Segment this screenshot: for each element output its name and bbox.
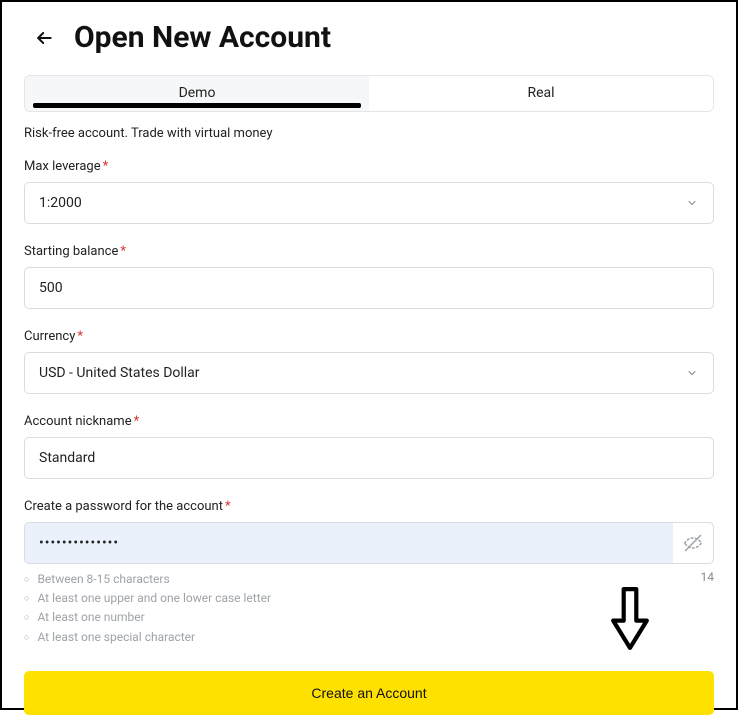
required-asterisk: *	[103, 159, 109, 174]
toggle-password-visibility-button[interactable]	[673, 533, 713, 553]
balance-value: 500	[39, 280, 63, 296]
chevron-down-icon	[685, 366, 699, 380]
currency-value: USD - United States Dollar	[39, 365, 200, 381]
required-asterisk: *	[120, 244, 126, 259]
leverage-select[interactable]: 1:2000	[24, 182, 714, 224]
active-tab-indicator	[33, 103, 361, 108]
balance-label: Starting balance*	[24, 244, 714, 259]
required-asterisk: *	[225, 499, 231, 514]
currency-label: Currency*	[24, 329, 714, 344]
nickname-input[interactable]: Standard	[24, 437, 714, 479]
leverage-value: 1:2000	[39, 195, 82, 211]
tab-real[interactable]: Real	[369, 76, 713, 111]
currency-select[interactable]: USD - United States Dollar	[24, 352, 714, 394]
hint-case: At least one upper and one lower case le…	[24, 589, 271, 608]
tab-demo[interactable]: Demo	[25, 76, 369, 111]
password-label: Create a password for the account*	[24, 499, 714, 514]
password-input[interactable]	[25, 523, 673, 563]
required-asterisk: *	[77, 329, 83, 344]
nickname-label-text: Account nickname	[24, 414, 132, 429]
create-account-label: Create an Account	[311, 685, 426, 701]
hint-special: At least one special character	[24, 628, 271, 647]
account-type-description: Risk-free account. Trade with virtual mo…	[24, 126, 714, 141]
balance-input[interactable]: 500	[24, 267, 714, 309]
nickname-label: Account nickname*	[24, 414, 714, 429]
leverage-label-text: Max leverage	[24, 159, 101, 174]
hint-number: At least one number	[24, 608, 271, 627]
create-account-button[interactable]: Create an Account	[24, 671, 714, 715]
page-title: Open New Account	[74, 20, 331, 55]
password-char-count: 14	[701, 570, 715, 647]
required-asterisk: *	[134, 414, 140, 429]
nickname-value: Standard	[39, 450, 95, 466]
currency-label-text: Currency	[24, 329, 75, 344]
eye-off-icon	[683, 533, 703, 553]
tab-real-label: Real	[527, 85, 554, 101]
hint-length: Between 8-15 characters	[24, 570, 271, 589]
back-button[interactable]	[32, 26, 56, 50]
password-label-text: Create a password for the account	[24, 499, 223, 514]
leverage-label: Max leverage*	[24, 159, 714, 174]
balance-label-text: Starting balance	[24, 244, 118, 259]
password-hints: Between 8-15 characters At least one upp…	[24, 570, 271, 647]
account-type-tabs: Demo Real	[24, 75, 714, 112]
tab-demo-label: Demo	[179, 85, 216, 101]
chevron-down-icon	[685, 196, 699, 210]
